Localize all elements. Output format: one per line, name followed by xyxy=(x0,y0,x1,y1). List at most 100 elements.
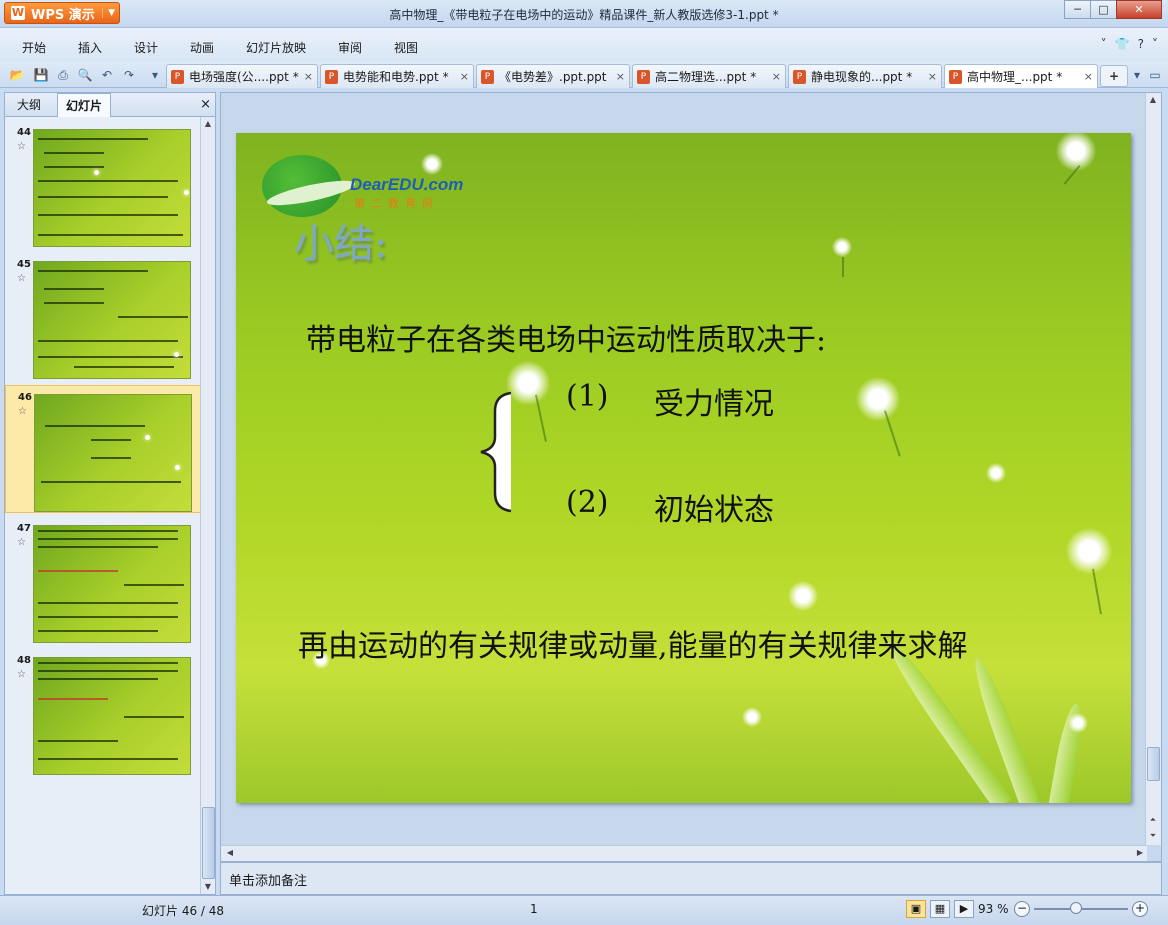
tab-list-dropdown-icon[interactable]: ▾ xyxy=(1128,66,1146,84)
zoom-level[interactable]: 93 % xyxy=(978,902,1009,916)
zoom-in-button[interactable]: + xyxy=(1132,901,1148,917)
close-tab-icon[interactable]: × xyxy=(1080,70,1093,83)
help-icon[interactable]: ? xyxy=(1138,37,1144,51)
ppt-file-icon: P xyxy=(793,69,806,84)
close-panel-icon[interactable]: × xyxy=(200,97,211,112)
quick-toolbar: 📂 💾 ⎙ 🔍 ↶ ↷ ▾ P 电场强度(公....ppt * × P 电势能和… xyxy=(0,62,1168,88)
doc-tab[interactable]: P 高二物理选...ppt * × xyxy=(632,64,786,88)
skin-icon[interactable]: 👕 xyxy=(1115,37,1130,51)
menu-animation[interactable]: 动画 xyxy=(190,39,214,56)
doc-tab-label: 高中物理_...ppt * xyxy=(967,70,1063,84)
doc-tab-active[interactable]: P 高中物理_...ppt * × xyxy=(944,64,1098,88)
print-preview-icon[interactable]: 🔍 xyxy=(76,66,94,84)
scroll-down-icon[interactable]: ▼ xyxy=(201,880,215,894)
doc-tab[interactable]: P 《电势差》.ppt.ppt × xyxy=(476,64,630,88)
scroll-thumb[interactable] xyxy=(1147,747,1160,781)
slide-horizontal-scrollbar[interactable]: ◀ ▶ xyxy=(221,845,1147,861)
menu-home[interactable]: 开始 xyxy=(22,39,46,56)
window-controls: ─ □ ✕ xyxy=(1064,0,1162,19)
menu-review[interactable]: 审阅 xyxy=(338,39,362,56)
ppt-file-icon: P xyxy=(325,69,338,84)
thumbnail-scrollbar[interactable]: ▲ ▼ xyxy=(200,117,215,894)
slide-line-2: 再由运动的有关规律或动量,能量的有关规律来求解 xyxy=(298,629,968,664)
slide-preview xyxy=(33,129,191,247)
close-tab-icon[interactable]: × xyxy=(768,70,781,83)
slide-preview xyxy=(33,657,191,775)
close-tab-icon[interactable]: × xyxy=(924,70,937,83)
slide-thumbnail-48[interactable]: 48 ☆ xyxy=(5,649,201,777)
help-dropdown-icon[interactable]: ˅ xyxy=(1152,37,1158,51)
slide-number: 46 xyxy=(18,392,32,403)
slide-thumbnail-47[interactable]: 47 ☆ xyxy=(5,517,201,645)
slide-editor: DearEDU.com 第二教育网 小结: 带电粒子在各类电场中运动性质取决于:… xyxy=(220,92,1162,862)
close-tab-icon[interactable]: × xyxy=(300,70,313,83)
item-1-text: 受力情况 xyxy=(654,387,774,422)
zoom-out-button[interactable]: − xyxy=(1014,901,1030,917)
collapse-ribbon-icon[interactable]: ˅ xyxy=(1101,37,1107,51)
customize-icon[interactable]: ▾ xyxy=(146,66,164,84)
tab-window-icon[interactable]: ▭ xyxy=(1146,66,1164,84)
menu-view[interactable]: 视图 xyxy=(394,39,418,56)
slide-sorter-icon[interactable]: ▦ xyxy=(930,900,950,918)
status-bar: 幻灯片 46 / 48 1 ▣ ▦ ▶ 93 % − + xyxy=(0,895,1168,925)
menu-design[interactable]: 设计 xyxy=(134,39,158,56)
item-2-text: 初始状态 xyxy=(654,493,774,528)
slide-number: 44 xyxy=(17,127,31,138)
scroll-left-icon[interactable]: ◀ xyxy=(223,846,237,860)
next-slide-icon[interactable]: ⏷ xyxy=(1146,829,1160,843)
save-icon[interactable]: 💾 xyxy=(32,66,50,84)
slide-counter: 幻灯片 46 / 48 xyxy=(142,904,225,918)
menu-slideshow[interactable]: 幻灯片放映 xyxy=(246,39,306,56)
new-tab-button[interactable]: + xyxy=(1100,65,1128,87)
slide-vertical-scrollbar[interactable]: ▲ ⏶ ⏷ xyxy=(1145,93,1161,845)
ribbon-menu: 开始 插入 设计 动画 幻灯片放映 审阅 视图 ˅ 👕 ? ˅ xyxy=(0,28,1168,62)
close-tab-icon[interactable]: × xyxy=(612,70,625,83)
doc-tab-label: 高二物理选...ppt * xyxy=(655,70,757,84)
notes-pane[interactable]: 单击添加备注 xyxy=(220,862,1162,895)
ppt-file-icon: P xyxy=(171,69,184,84)
animation-star-icon: ☆ xyxy=(17,537,26,548)
menu-right-tools: ˅ 👕 ? ˅ xyxy=(1101,37,1158,51)
animation-star-icon: ☆ xyxy=(17,273,26,284)
slide-thumbnail-45[interactable]: 45 ☆ xyxy=(5,253,201,381)
scroll-right-icon[interactable]: ▶ xyxy=(1133,846,1147,860)
item-2-number: (2) xyxy=(566,485,609,520)
slide-preview xyxy=(34,394,192,512)
curly-brace-icon xyxy=(480,391,512,513)
animation-star-icon: ☆ xyxy=(18,406,27,417)
animation-star-icon: ☆ xyxy=(17,141,26,152)
panel-tabs: 大纲 幻灯片 × xyxy=(5,93,215,117)
doc-tab[interactable]: P 静电现象的...ppt * × xyxy=(788,64,942,88)
thumbnail-list: 44 ☆ 45 ☆ 46 ☆ 47 ☆ 48 ☆ xyxy=(5,117,201,894)
minimize-button[interactable]: ─ xyxy=(1064,0,1091,19)
doc-tab[interactable]: P 电场强度(公....ppt * × xyxy=(166,64,318,88)
slideshow-view-icon[interactable]: ▶ xyxy=(954,900,974,918)
close-tab-icon[interactable]: × xyxy=(456,70,469,83)
window-title: 高中物理_《带电粒子在电场中的运动》精品课件_新人教版选修3-1.ppt * xyxy=(389,8,779,22)
item-1-number: (1) xyxy=(566,379,609,414)
previous-slide-icon[interactable]: ⏶ xyxy=(1146,813,1160,827)
scroll-up-icon[interactable]: ▲ xyxy=(201,117,215,131)
doc-tab[interactable]: P 电势能和电势.ppt * × xyxy=(320,64,474,88)
tab-outline[interactable]: 大纲 xyxy=(9,93,49,117)
title-bar: W WPS 演示 ▼ 高中物理_《带电粒子在电场中的运动》精品课件_新人教版选修… xyxy=(0,0,1168,28)
slide-preview xyxy=(33,261,191,379)
normal-view-icon[interactable]: ▣ xyxy=(906,900,926,918)
menu-insert[interactable]: 插入 xyxy=(78,39,102,56)
scroll-thumb[interactable] xyxy=(202,807,215,879)
close-button[interactable]: ✕ xyxy=(1116,0,1162,19)
ppt-file-icon: P xyxy=(949,69,962,84)
redo-icon[interactable]: ↷ xyxy=(120,66,138,84)
zoom-slider-knob[interactable] xyxy=(1070,902,1083,914)
maximize-button[interactable]: □ xyxy=(1090,0,1117,19)
slide-preview xyxy=(33,525,191,643)
current-slide[interactable]: DearEDU.com 第二教育网 小结: 带电粒子在各类电场中运动性质取决于:… xyxy=(236,133,1131,803)
notes-placeholder: 单击添加备注 xyxy=(229,874,308,889)
slide-thumbnail-44[interactable]: 44 ☆ xyxy=(5,121,201,249)
tab-slides[interactable]: 幻灯片 xyxy=(57,93,112,117)
undo-icon[interactable]: ↶ xyxy=(98,66,116,84)
slide-thumbnail-46[interactable]: 46 ☆ xyxy=(5,385,201,513)
print-icon[interactable]: ⎙ xyxy=(54,66,72,84)
open-icon[interactable]: 📂 xyxy=(8,66,26,84)
scroll-up-icon[interactable]: ▲ xyxy=(1146,93,1160,107)
